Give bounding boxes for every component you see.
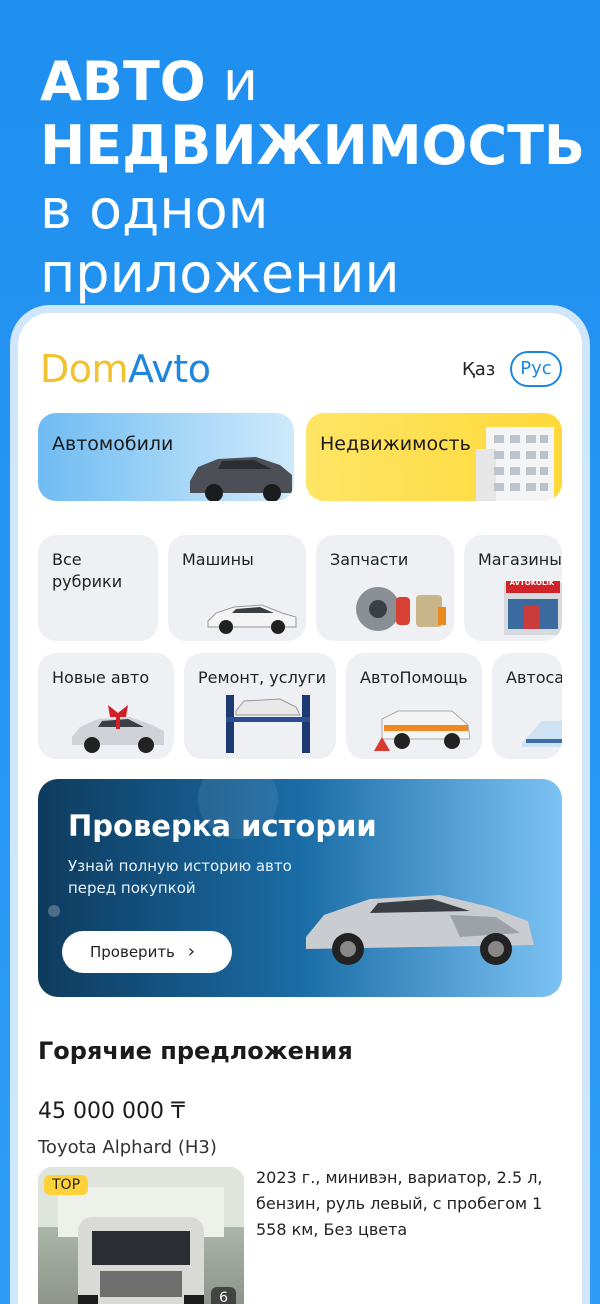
check-history-button[interactable]: Проверить ›	[62, 931, 232, 973]
lang-kaz-button[interactable]: Қаз	[462, 359, 495, 380]
gift-car-icon	[72, 705, 164, 753]
rubric-repair-label: Ремонт, услуги	[198, 668, 327, 687]
headline-auto: АВТО	[40, 50, 206, 113]
tow-truck-icon	[374, 710, 471, 751]
check-history-button-label: Проверить	[90, 943, 175, 961]
rubric-shops[interactable]: Магазины AVTOKOLIK	[464, 535, 562, 641]
rubric-roadside-help-label: АвтоПомощь	[360, 668, 468, 687]
headline-and: и	[222, 50, 258, 113]
headline-line3: в одном	[40, 178, 269, 241]
rubric-new-cars[interactable]: Новые авто	[38, 653, 174, 759]
banner-subtitle: Узнай полную историю авто перед покупкой	[68, 857, 292, 897]
brake-disc-icon	[356, 587, 446, 631]
showroom-icon	[522, 721, 562, 747]
damaged-car-image	[306, 895, 534, 965]
rubric-shops-label: Магазины	[478, 550, 562, 569]
building-icon	[476, 427, 554, 501]
rubric-all-label: Все рубрики	[52, 550, 123, 591]
shop-sign-text: AVTOKOLIK	[509, 579, 555, 587]
category-realty[interactable]: Недвижимость	[306, 413, 562, 501]
listing-price: 45 000 000 ₸	[38, 1099, 185, 1124]
sedan-car-icon	[207, 604, 297, 634]
headline-line4: приложении	[40, 242, 400, 305]
section-title-hot-offers: Горячие предложения	[38, 1037, 353, 1065]
promo-headline: АВТО и НЕДВИЖИМОСТЬ в одном приложении	[40, 50, 585, 306]
app-logo[interactable]: DomAvto	[40, 347, 211, 391]
listing-model[interactable]: Toyota Alphard (H3)	[38, 1137, 217, 1158]
app-header: DomAvto Қаз Рус	[38, 347, 570, 397]
logo-dom: Dom	[40, 347, 129, 391]
listing-photo[interactable]: TOP 6	[38, 1167, 244, 1304]
rubric-cars-label: Машины	[182, 550, 254, 569]
headline-realty: НЕДВИЖИМОСТЬ	[40, 114, 586, 177]
category-cars[interactable]: Автомобили	[38, 413, 294, 501]
logo-avto: Avto	[128, 347, 211, 391]
rubric-roadside-help[interactable]: АвтоПомощь	[346, 653, 482, 759]
rubric-autosalon[interactable]: Автоса	[492, 653, 562, 759]
rubric-repair[interactable]: Ремонт, услуги	[184, 653, 336, 759]
lang-rus-button[interactable]: Рус	[510, 351, 562, 387]
car-lift-icon	[226, 695, 310, 753]
history-check-banner[interactable]: Проверка истории Узнай полную историю ав…	[38, 779, 562, 997]
suv-car-icon	[190, 457, 292, 501]
listing-description: 2023 г., минивэн, вариатор, 2.5 л, бензи…	[256, 1168, 543, 1239]
rubric-parts[interactable]: Запчасти	[316, 535, 454, 641]
category-cars-label: Автомобили	[52, 433, 174, 455]
top-badge: TOP	[44, 1175, 89, 1195]
rubric-all[interactable]: Все рубрики	[38, 535, 158, 641]
banner-title: Проверка истории	[68, 809, 377, 843]
rubric-autosalon-label: Автоса	[506, 668, 562, 687]
rubric-parts-label: Запчасти	[330, 550, 409, 569]
rubric-new-cars-label: Новые авто	[52, 668, 150, 687]
decor-dot	[48, 905, 60, 917]
chevron-right-icon: ›	[187, 941, 195, 962]
photo-count-badge: 6	[211, 1287, 236, 1304]
rubric-cars[interactable]: Машины	[168, 535, 306, 641]
phone-frame: DomAvto Қаз Рус Автомобили Недвижимость	[10, 305, 590, 1304]
category-realty-label: Недвижимость	[320, 433, 471, 455]
